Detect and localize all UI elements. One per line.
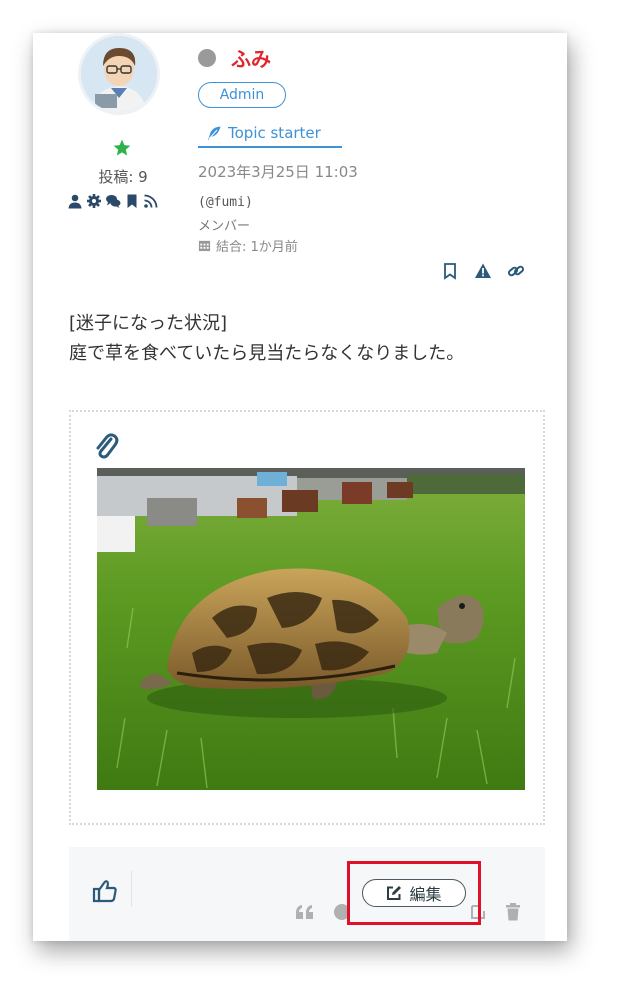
forum-post-card: 投稿: 9 ふみ Admin Topic starter 2023年3月25日 … xyxy=(33,33,567,941)
avatar[interactable] xyxy=(78,33,160,115)
post-content: [迷子になった状況] 庭で草を食べていたら見当たらなくなりました。 xyxy=(69,309,464,369)
gear-icon[interactable] xyxy=(86,193,102,209)
joined-info: 結合: 1か月前 xyxy=(198,236,298,255)
post-text-line: [迷子になった状況] xyxy=(69,313,228,334)
feather-icon xyxy=(208,126,221,140)
highlight-box xyxy=(347,861,481,925)
attachment-box xyxy=(69,410,545,825)
calendar-icon xyxy=(198,240,211,252)
comments-icon[interactable] xyxy=(105,193,121,209)
attachment-image[interactable] xyxy=(97,468,525,790)
role-badge: Admin xyxy=(198,82,286,108)
warning-icon[interactable] xyxy=(474,262,492,280)
rss-icon[interactable] xyxy=(143,193,159,209)
member-title: メンバー xyxy=(198,219,251,234)
link-icon[interactable] xyxy=(507,262,525,280)
post-date: 2023年3月25日 11:03 xyxy=(198,163,358,181)
profile-icons xyxy=(67,193,159,211)
topic-starter-label: Topic starter xyxy=(228,124,321,142)
trash-icon[interactable] xyxy=(505,903,521,921)
online-status-indicator xyxy=(198,49,216,67)
user-icon[interactable] xyxy=(67,193,83,209)
star-icon xyxy=(113,139,131,156)
paperclip-icon xyxy=(96,433,119,459)
post-text-line: 庭で草を食べていたら見当たらなくなりました。 xyxy=(69,343,465,364)
thumbs-up-icon[interactable] xyxy=(91,877,119,905)
joined-label: 結合: 1か月前 xyxy=(216,240,298,255)
bookmark-icon[interactable] xyxy=(124,193,140,209)
topic-starter-badge: Topic starter xyxy=(198,120,342,148)
username[interactable]: ふみ xyxy=(231,43,271,72)
footer-divider xyxy=(131,871,132,907)
post-action-icons xyxy=(441,262,525,280)
quote-icon[interactable] xyxy=(295,903,315,921)
bookmark-outline-icon[interactable] xyxy=(441,262,459,280)
post-count: 投稿: 9 xyxy=(98,168,148,186)
user-handle: (@fumi) xyxy=(198,195,253,210)
